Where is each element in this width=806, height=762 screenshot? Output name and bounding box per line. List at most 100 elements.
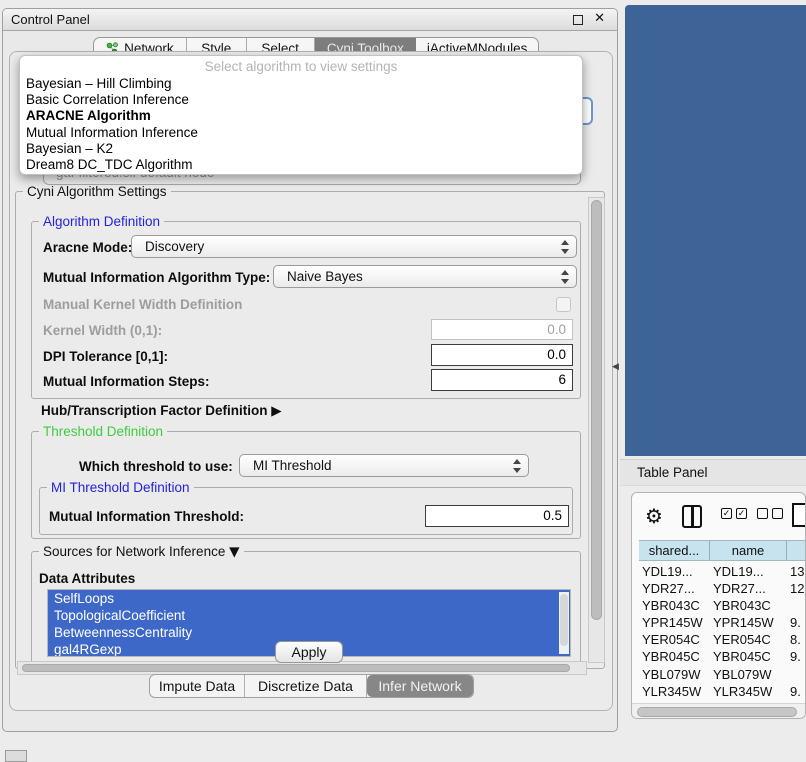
attribute-item[interactable]: TopologicalCoefficient bbox=[48, 607, 570, 624]
split-pane-collapse-icon[interactable]: ◀ bbox=[612, 362, 619, 372]
table-cell[interactable]: YPR145W bbox=[710, 614, 787, 631]
table-cell[interactable]: YER054C bbox=[639, 631, 710, 648]
kernel-width-label: Kernel Width (0,1): bbox=[43, 323, 162, 338]
combo-arrows-icon bbox=[513, 459, 521, 473]
aracne-mode-label: Aracne Mode: bbox=[43, 240, 132, 255]
mi-steps-label: Mutual Information Steps: bbox=[43, 374, 210, 389]
gear-icon[interactable]: ⚙ bbox=[645, 504, 663, 528]
settings-vertical-scrollbar[interactable] bbox=[588, 197, 605, 663]
screen: Control Panel ✕ Network Style Select bbox=[0, 0, 806, 762]
table-row[interactable]: YLR345WYLR345W9. bbox=[639, 683, 806, 700]
table-cell[interactable]: 9. bbox=[787, 648, 806, 665]
table-cell[interactable]: YDR27... bbox=[639, 580, 710, 597]
table-cell[interactable]: 12 bbox=[787, 580, 806, 597]
settings-horizontal-scrollbar[interactable] bbox=[17, 661, 587, 675]
table-cell[interactable]: YER054C bbox=[710, 631, 787, 648]
table-cell[interactable]: YBR045C bbox=[710, 648, 787, 665]
mi-algorithm-type-combo[interactable]: Naive Bayes bbox=[273, 265, 577, 288]
aracne-mode-value: Discovery bbox=[145, 239, 204, 254]
mi-steps-field[interactable]: 6 bbox=[431, 369, 573, 391]
table-cell[interactable]: 13 bbox=[787, 563, 806, 580]
table-rows[interactable]: YDL19...YDL19...13YDR27...YDR27...12YBR0… bbox=[639, 563, 806, 703]
table-row[interactable]: YBR045CYBR045C9. bbox=[639, 648, 806, 665]
table-cell[interactable]: YBL079W bbox=[710, 666, 787, 683]
tab-infer-network[interactable]: Infer Network bbox=[367, 675, 473, 697]
page-icon[interactable] bbox=[792, 503, 806, 527]
algorithm-definition-title: Algorithm Definition bbox=[39, 214, 164, 229]
attributes-scrollbar[interactable] bbox=[559, 592, 569, 654]
column-header-partial[interactable] bbox=[787, 541, 806, 560]
table-panel-title: Table Panel bbox=[637, 465, 708, 480]
table-cell[interactable]: YPR145W bbox=[639, 614, 710, 631]
mi-threshold-label: Mutual Information Threshold: bbox=[49, 509, 244, 524]
combo-arrows-icon bbox=[561, 240, 569, 254]
threshold-definition-title: Threshold Definition bbox=[39, 424, 167, 439]
table-cell[interactable]: YLR345W bbox=[639, 683, 710, 700]
table-cell[interactable] bbox=[787, 666, 806, 683]
dpi-tolerance-label: DPI Tolerance [0,1]: bbox=[43, 349, 168, 364]
collapsed-arrow-icon: ▶ bbox=[271, 403, 281, 419]
table-cell[interactable] bbox=[787, 597, 806, 614]
attributes-scrollbar-thumb[interactable] bbox=[560, 594, 568, 646]
algorithm-option[interactable]: Dream8 DC_TDC Algorithm bbox=[20, 157, 582, 173]
settings-horizontal-scrollbar-thumb[interactable] bbox=[22, 664, 570, 672]
table-cell[interactable]: YDR27... bbox=[710, 580, 787, 597]
manual-kernel-width-checkbox[interactable] bbox=[556, 297, 571, 312]
close-icon[interactable]: ✕ bbox=[594, 11, 605, 26]
mi-threshold-definition-title: MI Threshold Definition bbox=[47, 480, 194, 495]
tab-impute-data[interactable]: Impute Data bbox=[150, 675, 245, 697]
network-desktop-frame: GALGAL80GAL10GAL1GAL11SWI4GAL4GCY1HAP4YH… bbox=[625, 5, 806, 456]
algorithm-option[interactable]: Mutual Information Inference bbox=[20, 125, 582, 141]
table-panel-card: ⚙ ✓ ✓ shared... name YDL19...YDL19...13Y… bbox=[631, 492, 806, 719]
dpi-tolerance-field[interactable]: 0.0 bbox=[431, 344, 573, 366]
minimized-panel-button[interactable] bbox=[5, 750, 27, 762]
column-header-shared-name[interactable]: shared... bbox=[639, 541, 710, 560]
table-cell[interactable]: 8. bbox=[787, 631, 806, 648]
table-row[interactable]: YBR043CYBR043C bbox=[639, 597, 806, 614]
attribute-item[interactable]: SelfLoops bbox=[48, 590, 570, 607]
algorithm-option[interactable]: Bayesian – K2 bbox=[20, 141, 582, 157]
unchecked-box-icon[interactable] bbox=[772, 508, 783, 519]
tab-discretize-data[interactable]: Discretize Data bbox=[245, 675, 367, 697]
table-row[interactable]: YDR27...YDR27...12 bbox=[639, 580, 806, 597]
which-threshold-combo[interactable]: MI Threshold bbox=[239, 454, 529, 477]
cyni-bottom-tabbar: Impute Data Discretize Data Infer Networ… bbox=[149, 674, 474, 698]
table-cell[interactable]: 9. bbox=[787, 614, 806, 631]
algorithm-option[interactable]: Basic Correlation Inference bbox=[20, 92, 582, 108]
control-panel-window: Control Panel ✕ Network Style Select bbox=[2, 8, 618, 732]
checked-box-icon[interactable]: ✓ bbox=[736, 508, 747, 519]
table-cell[interactable]: YBR043C bbox=[710, 597, 787, 614]
table-row[interactable]: YDL19...YDL19...13 bbox=[639, 563, 806, 580]
attribute-item[interactable]: BetweennessCentrality bbox=[48, 624, 570, 641]
table-panel-header: Table Panel bbox=[620, 459, 806, 486]
checked-box-icon[interactable]: ✓ bbox=[721, 508, 732, 519]
manual-kernel-width-label: Manual Kernel Width Definition bbox=[43, 297, 242, 312]
mi-threshold-field[interactable]: 0.5 bbox=[425, 505, 569, 527]
sources-title[interactable]: Sources for Network Inference ▼ bbox=[39, 544, 244, 560]
table-row[interactable]: YBL079WYBL079W bbox=[639, 666, 806, 683]
table-row[interactable]: YPR145WYPR145W9. bbox=[639, 614, 806, 631]
kernel-width-field[interactable]: 0.0 bbox=[431, 319, 573, 340]
settings-vertical-scrollbar-thumb[interactable] bbox=[591, 200, 602, 620]
hub-definition-toggle[interactable]: Hub/Transcription Factor Definition ▶ bbox=[41, 403, 282, 419]
table-cell[interactable]: YBL079W bbox=[639, 666, 710, 683]
column-header-name[interactable]: name bbox=[710, 541, 787, 560]
table-horizontal-scrollbar-thumb[interactable] bbox=[637, 707, 797, 717]
table-horizontal-scrollbar[interactable] bbox=[632, 703, 806, 719]
aracne-mode-combo[interactable]: Discovery bbox=[131, 235, 577, 258]
algorithm-dropdown-popup: Select algorithm to view settings Bayesi… bbox=[19, 55, 583, 175]
table-cell[interactable]: YDL19... bbox=[639, 563, 710, 580]
table-cell[interactable]: YDL19... bbox=[710, 563, 787, 580]
columns-icon[interactable] bbox=[682, 505, 702, 528]
algorithm-option-selected[interactable]: ARACNE Algorithm bbox=[20, 108, 582, 124]
table-cell[interactable]: 9. bbox=[787, 683, 806, 700]
unchecked-box-icon[interactable] bbox=[757, 508, 768, 519]
table-cell[interactable]: YBR043C bbox=[639, 597, 710, 614]
table-cell[interactable]: YBR045C bbox=[639, 648, 710, 665]
table-row[interactable]: YER054CYER054C8. bbox=[639, 631, 806, 648]
algorithm-option[interactable]: Bayesian – Hill Climbing bbox=[20, 76, 582, 92]
float-window-icon[interactable] bbox=[573, 15, 583, 25]
table-cell[interactable]: YLR345W bbox=[710, 683, 787, 700]
sources-title-label: Sources for Network Inference bbox=[43, 544, 225, 559]
apply-button[interactable]: Apply bbox=[275, 641, 343, 663]
